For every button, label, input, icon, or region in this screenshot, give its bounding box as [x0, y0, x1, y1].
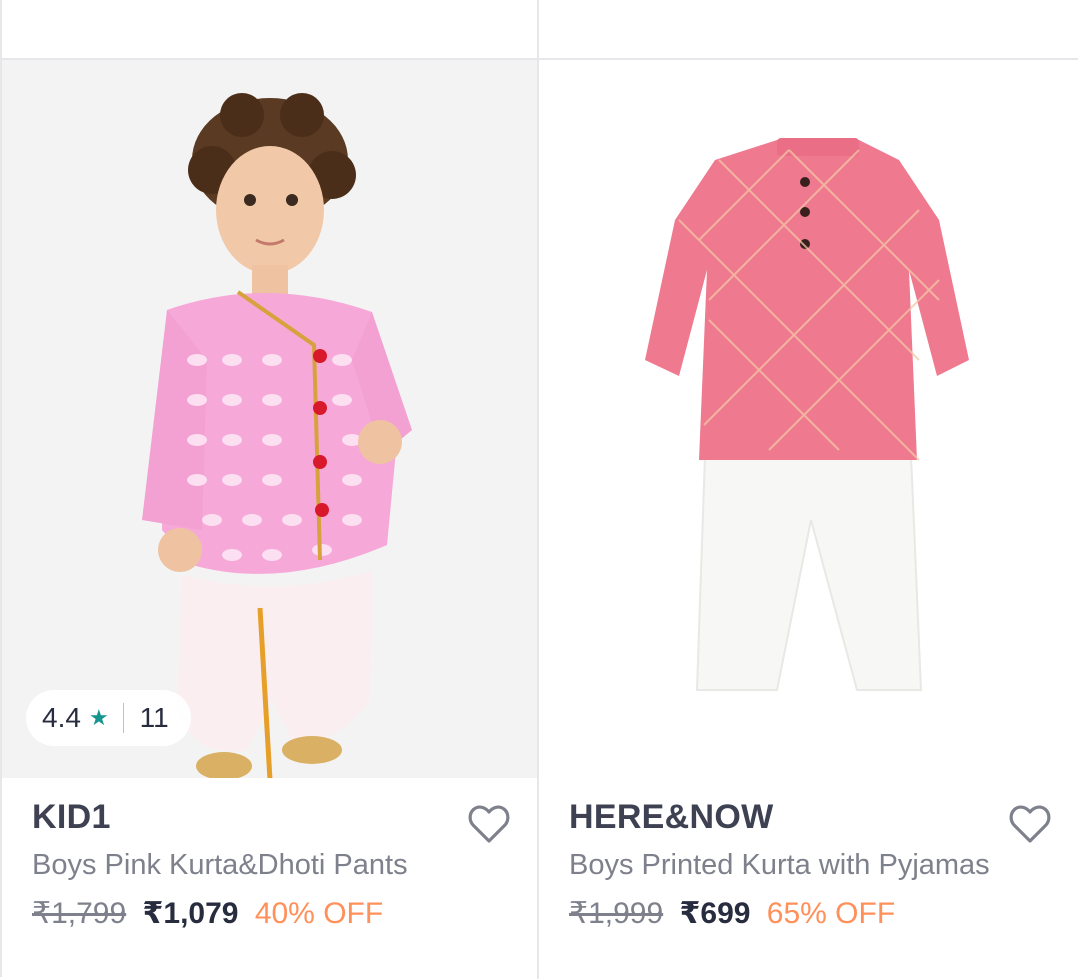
product-card[interactable]: 4.4 ★ 11 KID1 Boys Pink Kurta&Dhoti Pant… [0, 0, 539, 979]
price-row: ₹1,999 ₹699 65% OFF [569, 896, 1078, 931]
rating-count: 11 [139, 702, 169, 733]
heart-outline-icon [1009, 805, 1051, 843]
heart-outline-icon [468, 805, 510, 843]
star-icon: ★ [88, 705, 109, 730]
rating-value: 4.4 [42, 702, 81, 733]
previous-row-bottom [539, 0, 1078, 60]
rating-badge: 4.4 ★ 11 [26, 690, 191, 746]
discount-label: 65% OFF [766, 897, 896, 930]
selling-price: ₹1,079 [142, 897, 239, 930]
price-row: ₹1,799 ₹1,079 40% OFF [32, 896, 537, 931]
boy-kurta-dhoti-photo-icon [142, 93, 412, 778]
kurta-pyjama-photo-icon [645, 138, 969, 691]
previous-row-bottom [0, 0, 537, 60]
product-image[interactable]: 4.4 ★ 11 [0, 60, 537, 778]
product-brand: KID1 [32, 798, 111, 836]
selling-price: ₹699 [679, 897, 751, 930]
product-image[interactable] [539, 60, 1078, 778]
product-title: Boys Pink Kurta&Dhoti Pants [32, 849, 408, 881]
original-price: ₹1,999 [569, 897, 664, 930]
discount-label: 40% OFF [254, 897, 384, 930]
wishlist-button[interactable] [465, 800, 513, 848]
product-info[interactable]: HERE&NOW Boys Printed Kurta with Pyjamas… [539, 778, 1078, 977]
product-card[interactable]: HERE&NOW Boys Printed Kurta with Pyjamas… [539, 0, 1078, 979]
product-brand: HERE&NOW [569, 798, 774, 836]
original-price: ₹1,799 [32, 897, 127, 930]
product-grid: 4.4 ★ 11 KID1 Boys Pink Kurta&Dhoti Pant… [0, 0, 1080, 979]
rating-divider [122, 703, 124, 733]
product-title: Boys Printed Kurta with Pyjamas [569, 849, 990, 881]
wishlist-button[interactable] [1006, 800, 1054, 848]
product-info[interactable]: KID1 Boys Pink Kurta&Dhoti Pants ₹1,799 … [0, 778, 537, 977]
